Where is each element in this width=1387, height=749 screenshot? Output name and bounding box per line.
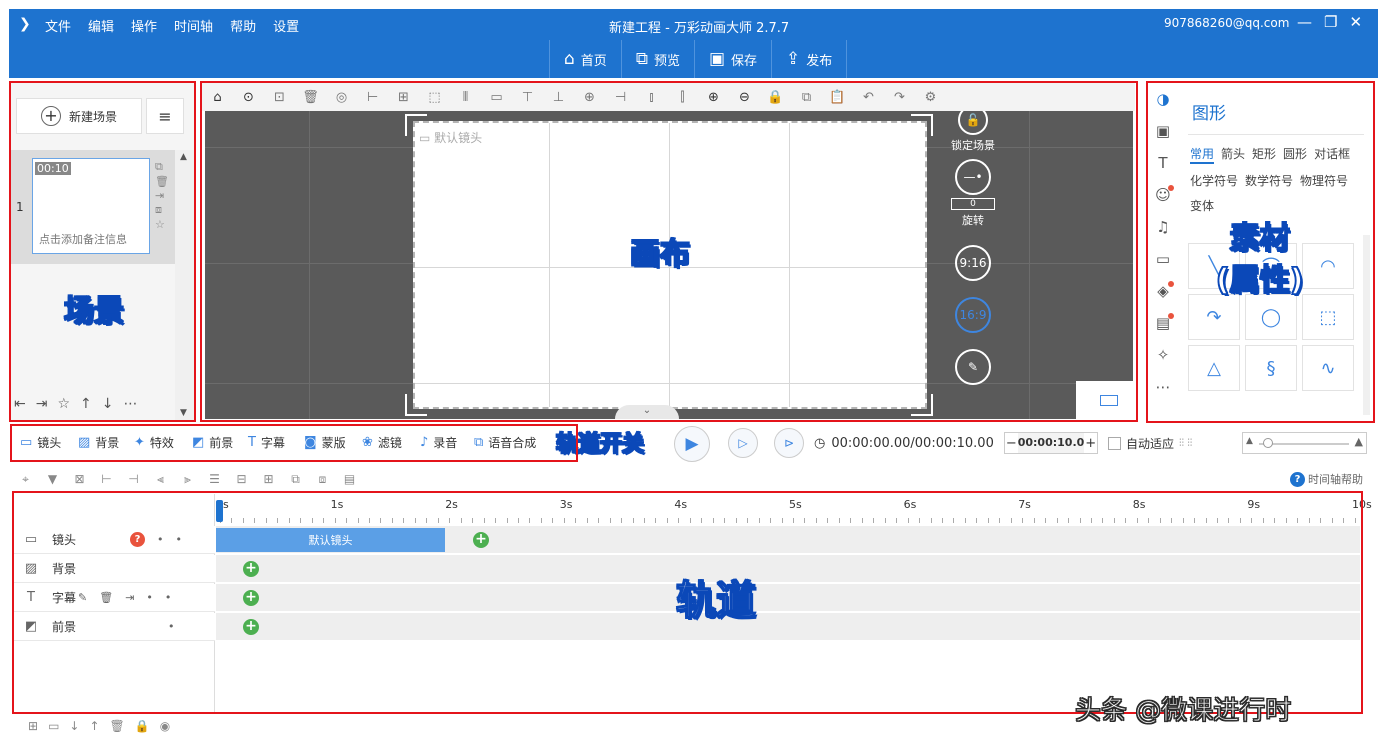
stack-icon[interactable]: ⧉ <box>282 472 309 487</box>
decrease-button[interactable]: − <box>1005 436 1018 451</box>
nav-home-label: 首页 <box>580 53 607 69</box>
slider-thumb[interactable] <box>1263 438 1273 448</box>
help-icon: ? <box>1290 471 1305 487</box>
clock-icon: ◷ <box>814 436 826 451</box>
timeline-help-link[interactable]: ? 时间轴帮助 <box>1290 471 1363 487</box>
menu-edit[interactable]: 编辑 <box>88 16 114 35</box>
nav-preview-button[interactable]: ⧉ 预览 <box>620 40 694 78</box>
timeline-toolbar: ⌖ ▼ ⊠ ⊢ ⊣ ⫷ ⫸ ☰ ⊟ ⊞ ⧉ ⧈ ▤ ? 时间轴帮助 <box>12 467 1378 491</box>
zoom-large-icon: ▲ <box>1354 435 1363 448</box>
preview-from-current-button[interactable]: ⊳ <box>774 428 804 458</box>
nav-publish-label: 发布 <box>806 53 833 69</box>
folder-icon[interactable]: ▭ <box>48 719 59 733</box>
restore-button[interactable]: ❐ <box>1324 13 1337 31</box>
play-button[interactable]: ▶ <box>674 426 710 462</box>
timeline-bottom-toolbar: ⊞ ▭ ↓ ↑ 🗑 🔒 ◉ <box>14 715 215 737</box>
menu-file[interactable]: 文件 <box>45 16 71 35</box>
fit-icon[interactable]: ⫶⫶ ⫶⫶ <box>1179 438 1192 449</box>
close-button[interactable]: ✕ <box>1349 13 1362 31</box>
nav-bar: ⌂ 首页 ⧉ 预览 ▣ 保存 ⇪ 发布 <box>9 40 1378 78</box>
increase-button[interactable]: + <box>1084 436 1097 451</box>
nav-preview-label: 预览 <box>653 53 680 69</box>
publish-icon: ⇪ <box>786 49 801 69</box>
menu-bar: 文件 编辑 操作 时间轴 帮助 设置 <box>45 16 299 35</box>
auto-fit-checkbox[interactable] <box>1108 437 1121 450</box>
auto-fit-label: 自动适应 <box>1126 437 1175 451</box>
play-icon: ▶ <box>685 434 699 454</box>
app-logo-icon[interactable]: ❯ <box>19 16 31 32</box>
duration-value[interactable]: 00:00:10.0 <box>1017 433 1085 453</box>
nav-save-label: 保存 <box>731 53 758 69</box>
watermark: 头条 @微课进行时 <box>1074 696 1292 727</box>
locate-icon[interactable]: ⌖ <box>12 472 39 487</box>
filter-icon[interactable]: ▼ <box>39 472 66 486</box>
scene-highlight-box <box>9 81 196 422</box>
distribute-icon[interactable]: ☰ <box>201 472 228 486</box>
move-down-icon[interactable]: ↓ <box>69 719 79 733</box>
zoom-small-icon: ▲ <box>1246 436 1253 446</box>
align-right-icon[interactable]: ⊣ <box>120 472 147 486</box>
timeline-help-label: 时间轴帮助 <box>1308 473 1363 486</box>
center-icon[interactable]: ⊞ <box>255 472 282 486</box>
window-controls: — ❐ ✕ <box>1297 13 1362 31</box>
align-start-icon[interactable]: ⫷ <box>147 472 174 487</box>
trash-icon[interactable]: 🗑 <box>110 719 125 733</box>
cascade-icon[interactable]: ⧈ <box>309 472 336 487</box>
title-bar: ❯ 文件 编辑 操作 时间轴 帮助 设置 新建工程 - 万彩动画大师 2.7.7… <box>9 9 1378 40</box>
preview-current-icon: ⊳ <box>783 436 795 450</box>
eye-icon[interactable]: ◉ <box>160 719 170 733</box>
preview-play-icon: ▷ <box>738 436 748 450</box>
menu-timeline[interactable]: 时间轴 <box>174 16 213 35</box>
canvas-highlight-box <box>200 81 1138 422</box>
timeline-zoom-slider[interactable]: ▲ ▲ <box>1242 432 1367 454</box>
preview-scene-button[interactable]: ▷ <box>728 428 758 458</box>
align-end-icon[interactable]: ⫸ <box>174 472 201 487</box>
move-up-icon[interactable]: ↑ <box>89 719 99 733</box>
time-display: ◷ 00:00:00.00/00:00:10.00 <box>814 436 994 451</box>
time-readout: 00:00:00.00/00:00:10.00 <box>831 436 994 451</box>
window-title: 新建工程 - 万彩动画大师 2.7.7 <box>609 21 790 36</box>
home-icon: ⌂ <box>564 49 575 69</box>
lock-icon[interactable]: 🔒 <box>135 719 150 733</box>
track-switch-highlight-box <box>10 424 578 462</box>
duration-stepper[interactable]: − 00:00:10.0 + <box>1004 432 1098 454</box>
clear-filter-icon[interactable]: ⊠ <box>66 472 93 486</box>
track-highlight-box <box>12 491 1363 714</box>
nav-home-button[interactable]: ⌂ 首页 <box>549 40 621 78</box>
material-highlight-box <box>1146 81 1375 423</box>
menu-operation[interactable]: 操作 <box>131 16 157 35</box>
menu-settings[interactable]: 设置 <box>273 16 299 35</box>
minimize-button[interactable]: — <box>1297 13 1312 31</box>
save-icon: ▣ <box>708 49 726 69</box>
menu-help[interactable]: 帮助 <box>230 16 256 35</box>
add-folder-icon[interactable]: ⊞ <box>28 719 38 733</box>
nav-publish-button[interactable]: ⇪ 发布 <box>771 40 848 78</box>
spread-icon[interactable]: ⊟ <box>228 472 255 486</box>
auto-fit-toggle[interactable]: 自动适应 ⫶⫶ ⫶⫶ <box>1108 435 1192 452</box>
preview-icon: ⧉ <box>635 49 648 69</box>
notes-icon[interactable]: ▤ <box>336 472 363 486</box>
align-left-icon[interactable]: ⊢ <box>93 472 120 486</box>
account-email[interactable]: 907868260@qq.com <box>1164 16 1289 30</box>
nav-save-button[interactable]: ▣ 保存 <box>693 40 771 78</box>
